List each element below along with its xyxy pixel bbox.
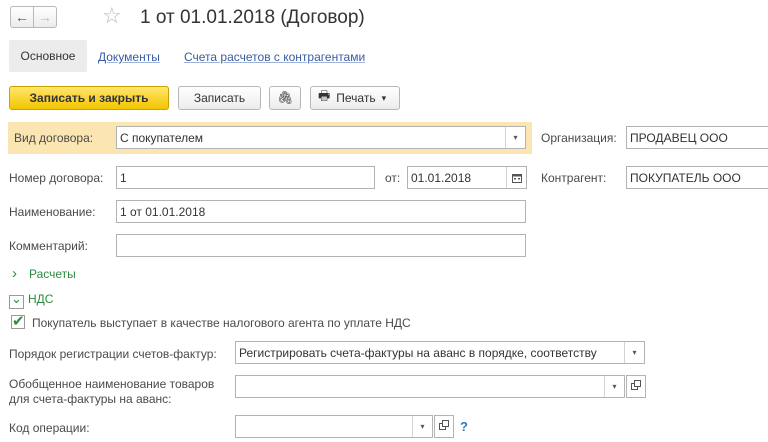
arrow-right-icon: → [38,9,52,25]
operation-code-select[interactable]: ▾ [235,415,433,438]
settlements-group-toggle[interactable]: › Расчеты [12,265,76,282]
contract-number-label: Номер договора: [9,171,104,185]
counterparty-field[interactable]: ПОКУПАТЕЛЬ ООО [626,166,768,189]
chevron-down-icon: ⌄ [9,292,24,309]
save-and-close-label: Записать и закрыть [29,91,149,105]
tab-documents[interactable]: Документы [98,50,160,64]
help-icon[interactable]: ? [460,419,468,434]
invoice-order-select[interactable]: Регистрировать счета-фактуры на аванс в … [235,341,645,364]
chevron-down-icon: ▾ [381,92,387,103]
back-button[interactable]: ← [10,6,34,28]
open-window-icon [439,420,449,433]
attach-button[interactable]: 🖇 [269,86,301,110]
save-and-close-button[interactable]: Записать и закрыть [9,86,169,110]
printer-icon: 🖶 [318,88,331,103]
counterparty-label: Контрагент: [541,171,607,185]
date-input[interactable]: 01.01.2018 [407,166,527,189]
paperclip-icon: 🖇 [276,90,294,105]
organization-field[interactable]: ПРОДАВЕЦ ООО [626,126,768,149]
chevron-down-icon[interactable]: ▾ [505,127,525,148]
open-window-icon [631,380,641,393]
print-label: Печать [336,91,376,105]
goods-name-label-line2: для счета-фактуры на аванс: [9,392,172,406]
contract-number-value: 1 [120,171,127,185]
contract-type-select[interactable]: С покупателем ▾ [116,126,526,149]
vat-group-toggle[interactable]: ⌄ НДС [9,292,53,309]
comment-input[interactable] [116,234,526,257]
contract-number-input[interactable]: 1 [116,166,375,189]
counterparty-value: ПОКУПАТЕЛЬ ООО [630,171,741,185]
window-title: 1 от 01.01.2018 (Договор) [140,7,365,28]
chevron-down-icon[interactable]: ▾ [412,416,432,437]
chevron-down-icon[interactable]: ▾ [624,342,644,363]
save-button[interactable]: Записать [178,86,261,110]
name-label: Наименование: [9,205,96,219]
contract-type-label: Вид договора: [14,131,94,145]
invoice-order-value: Регистрировать счета-фактуры на аванс в … [239,346,597,360]
goods-name-select[interactable]: ▾ [235,375,625,398]
comment-label: Комментарий: [9,239,88,253]
tax-agent-checkbox[interactable]: ✔ [11,313,25,330]
operation-code-label: Код операции: [9,421,90,435]
save-label: Записать [193,91,246,105]
vat-group-label: НДС [28,292,54,306]
tab-main-label: Основное [20,49,76,63]
name-input[interactable]: 1 от 01.01.2018 [116,200,526,223]
organization-label: Организация: [541,131,617,145]
date-value: 01.01.2018 [411,171,472,185]
tax-agent-label: Покупатель выступает в качестве налогово… [32,316,411,330]
chevron-down-icon[interactable]: ▾ [604,376,624,397]
settlements-group-label: Расчеты [29,267,76,281]
calendar-icon[interactable] [506,167,526,188]
print-button[interactable]: 🖶 Печать ▾ [310,86,400,110]
tab-accounts[interactable]: Счета расчетов с контрагентами [184,50,365,64]
open-operation-code-button[interactable] [434,415,454,438]
date-from-label: от: [385,171,401,185]
checkmark-icon: ✔ [12,313,25,330]
invoice-order-label: Порядок регистрации счетов-фактур: [9,347,217,361]
favorite-star-icon[interactable]: ☆ [102,4,122,28]
arrow-left-icon: ← [15,9,29,25]
name-value: 1 от 01.01.2018 [120,205,206,219]
goods-name-label-line1: Обобщенное наименование товаров [9,377,215,391]
organization-value: ПРОДАВЕЦ ООО [630,131,728,145]
contract-type-value: С покупателем [120,131,204,145]
chevron-right-icon: › [12,265,17,282]
forward-button[interactable]: → [33,6,57,28]
open-goods-name-button[interactable] [626,375,646,398]
tab-main[interactable]: Основное [9,40,87,72]
